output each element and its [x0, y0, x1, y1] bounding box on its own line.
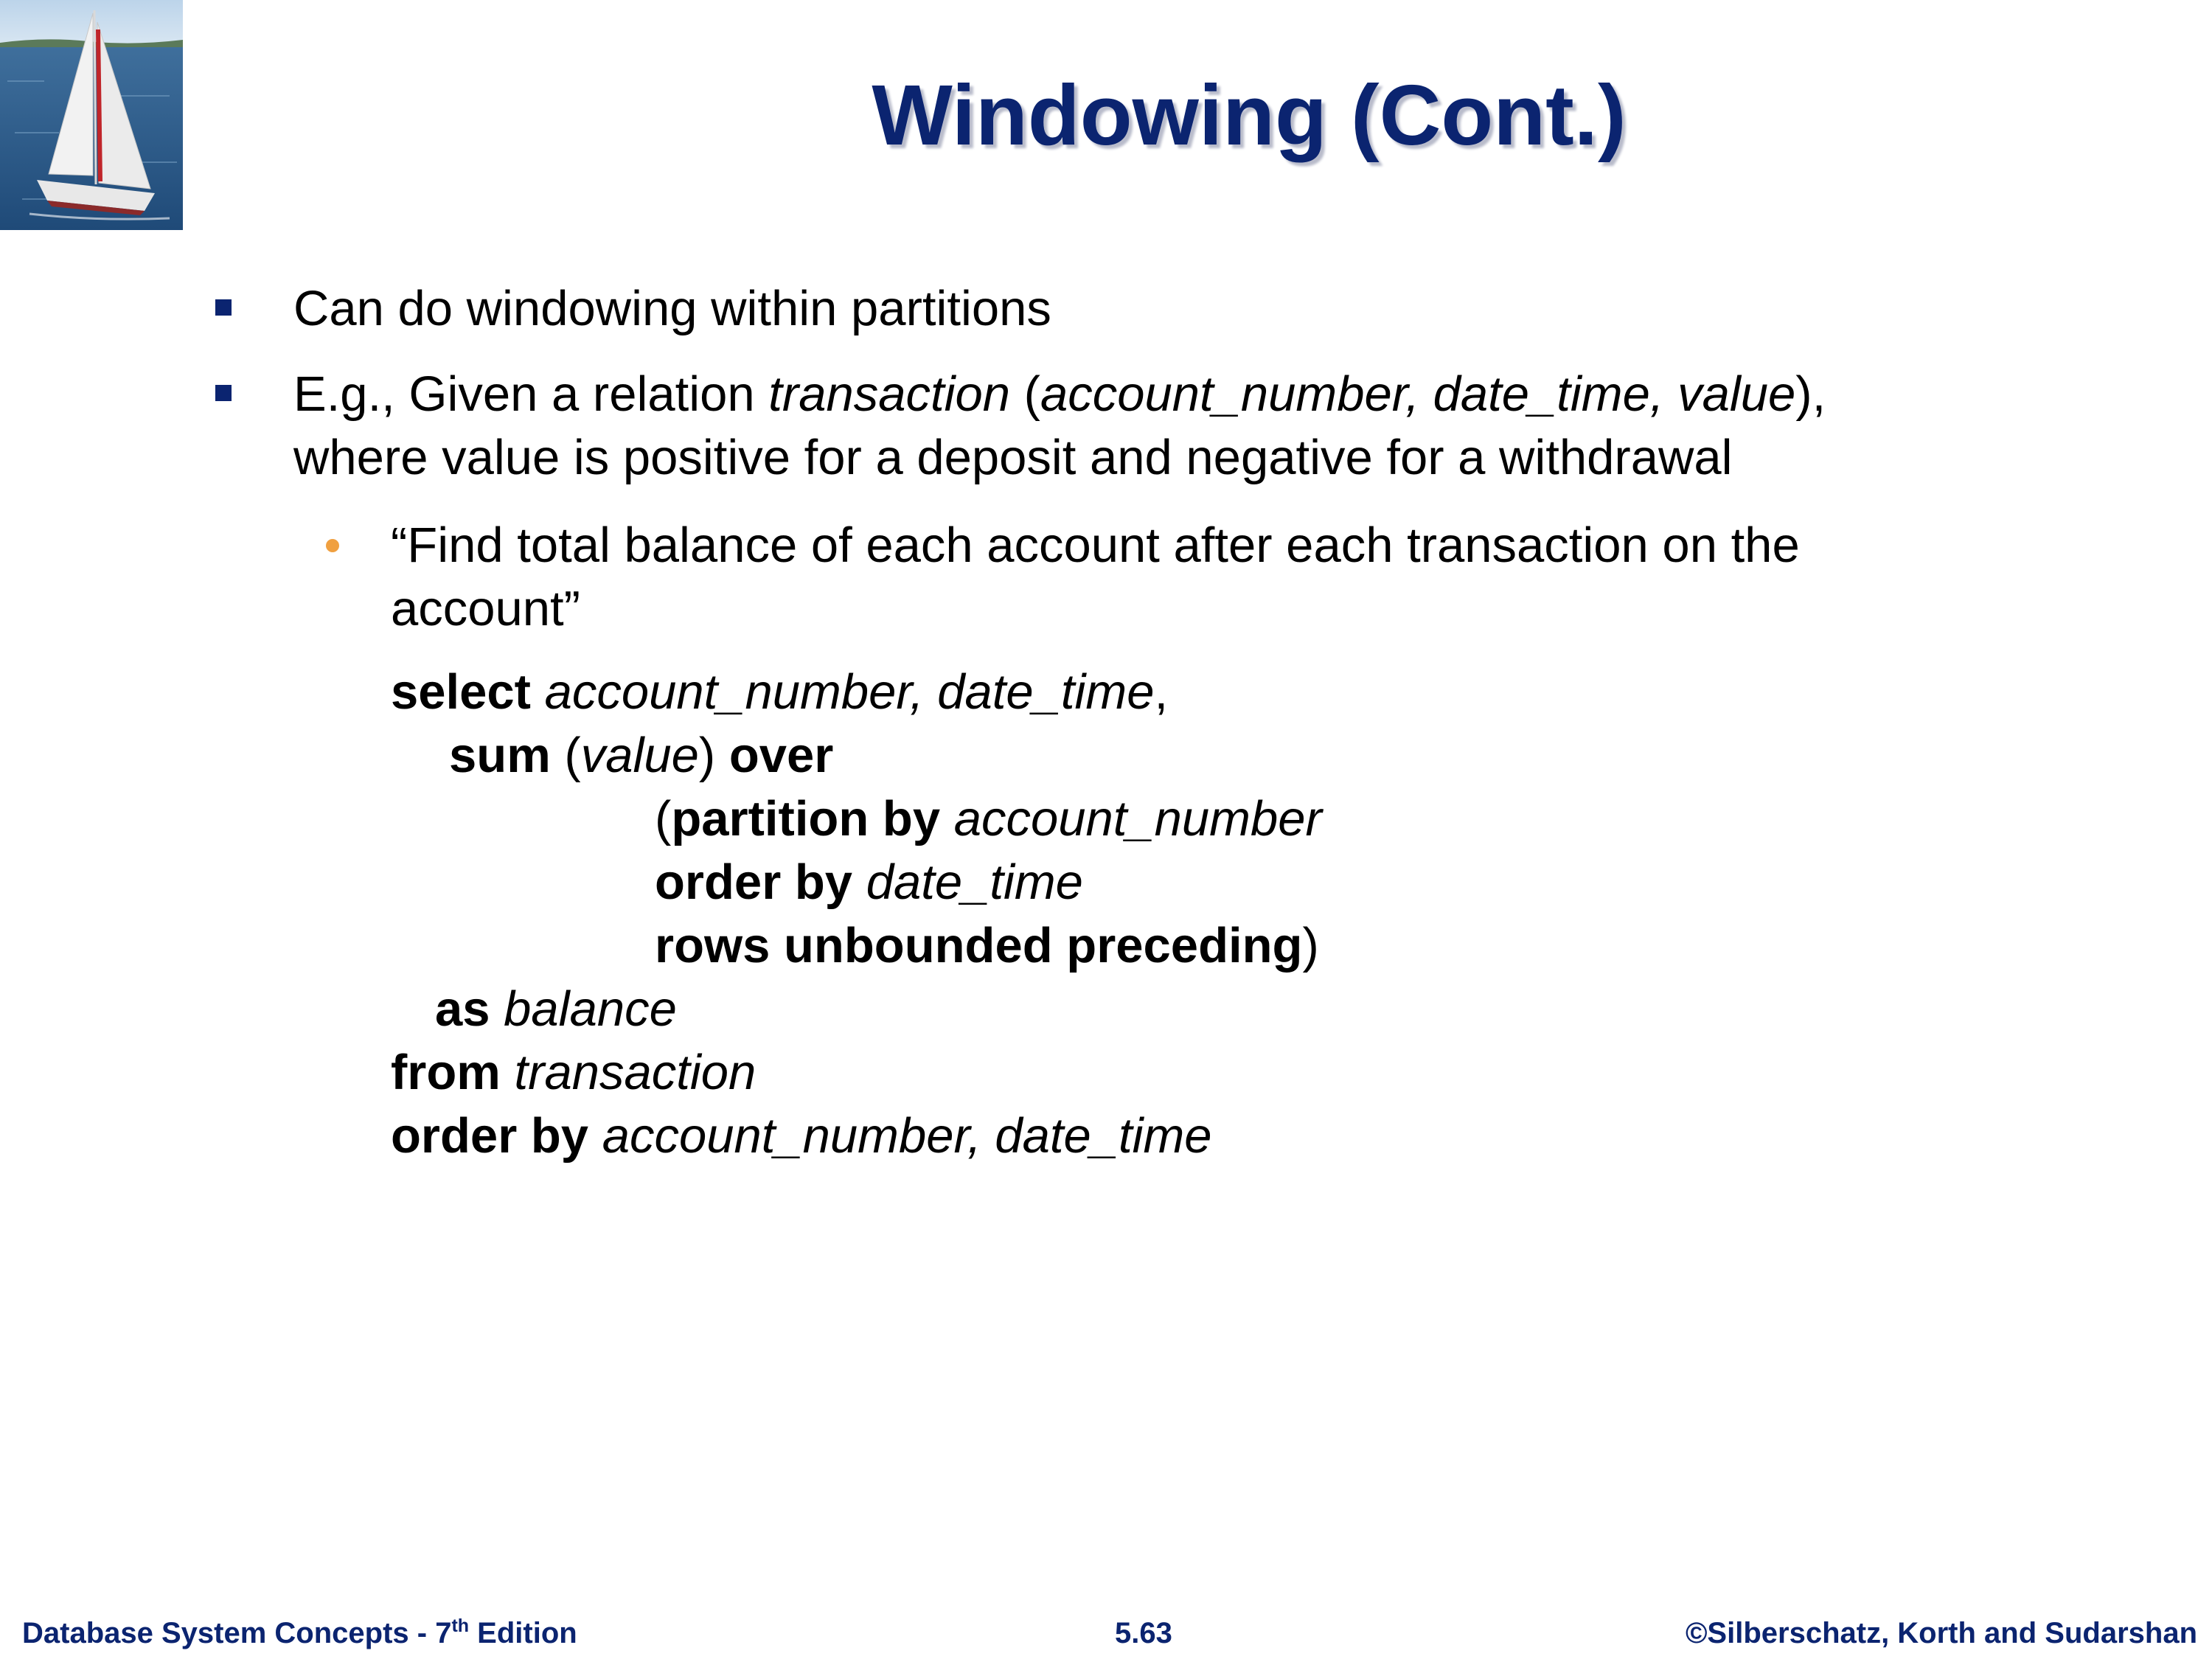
text-segment: ),: [1795, 366, 1826, 422]
bullet-text-line: where value is positive for a deposit an…: [293, 430, 1733, 485]
slide-title: Windowing (Cont.): [872, 67, 1627, 163]
text-segment: E.g., Given a relation: [293, 366, 769, 422]
query-line: order by date_time: [655, 851, 1083, 914]
sailboat-icon: [0, 0, 183, 230]
sql-keyword: order by: [655, 855, 853, 910]
sql-punct: ): [698, 728, 729, 783]
sql-keyword: over: [728, 728, 834, 783]
footer-superscript: th: [451, 1615, 470, 1636]
sql-identifier: account_number: [953, 791, 1322, 846]
subbullet-item: “Find total balance of each account afte…: [326, 514, 2013, 641]
sql-punct: ,: [1154, 664, 1169, 720]
footer-page-number: 5.63: [1115, 1617, 1172, 1649]
bullet-item: Can do windowing within partitions: [215, 277, 1989, 341]
footer-book-title: Database System Concepts - 7th Edition: [22, 1615, 577, 1652]
text-segment: (: [1010, 366, 1040, 422]
query-line: from transaction: [391, 1041, 756, 1105]
subbullet-line: account”: [391, 581, 580, 636]
footer-text: Database System Concepts - 7: [22, 1617, 452, 1649]
sql-keyword: rows unbounded preceding: [655, 918, 1303, 973]
sql-punct: (: [655, 791, 672, 846]
bullet-text: Can do windowing within partitions: [293, 281, 1051, 336]
relation-attributes: account_number, date_time, value: [1040, 366, 1796, 422]
query-line: order by account_number, date_time: [391, 1105, 1212, 1168]
query-line: select account_number, date_time,: [391, 661, 1168, 724]
square-bullet-icon: [215, 299, 232, 316]
square-bullet-icon: [215, 385, 232, 401]
sql-identifier: account_number, date_time: [602, 1108, 1212, 1164]
sql-identifier: balance: [504, 981, 677, 1037]
sql-punct: (: [550, 728, 581, 783]
sql-punct: ): [1302, 918, 1319, 973]
sql-keyword: as: [435, 981, 490, 1037]
query-line: sum (value) over: [449, 724, 833, 787]
relation-name: transaction: [768, 366, 1011, 422]
sql-keyword: select: [391, 664, 531, 720]
query-line: (partition by account_number: [655, 787, 1322, 851]
query-line: as balance: [435, 978, 677, 1041]
subbullet-line: “Find total balance of each account afte…: [391, 518, 1800, 573]
round-bullet-icon: [326, 539, 339, 552]
query-line: rows unbounded preceding): [655, 914, 1319, 978]
footer-text: Edition: [469, 1617, 577, 1649]
sql-keyword: sum: [449, 728, 551, 783]
sql-keyword: from: [391, 1045, 501, 1100]
bullet-item: E.g., Given a relation transaction (acco…: [215, 363, 1989, 490]
sql-identifier: transaction: [514, 1045, 757, 1100]
footer-copyright: ©Silberschatz, Korth and Sudarshan: [1685, 1617, 2197, 1649]
sql-identifier: date_time: [866, 855, 1083, 910]
bullet-text-line: E.g., Given a relation transaction (acco…: [293, 363, 1989, 426]
sql-identifier: account_number, date_time: [544, 664, 1155, 720]
sql-identifier: value: [580, 728, 699, 783]
slide: Windowing (Cont.) Can do windowing withi…: [0, 0, 2212, 1659]
sailboat-photo: [0, 0, 183, 230]
sql-keyword: partition by: [671, 791, 941, 846]
sql-keyword: order by: [391, 1108, 589, 1164]
